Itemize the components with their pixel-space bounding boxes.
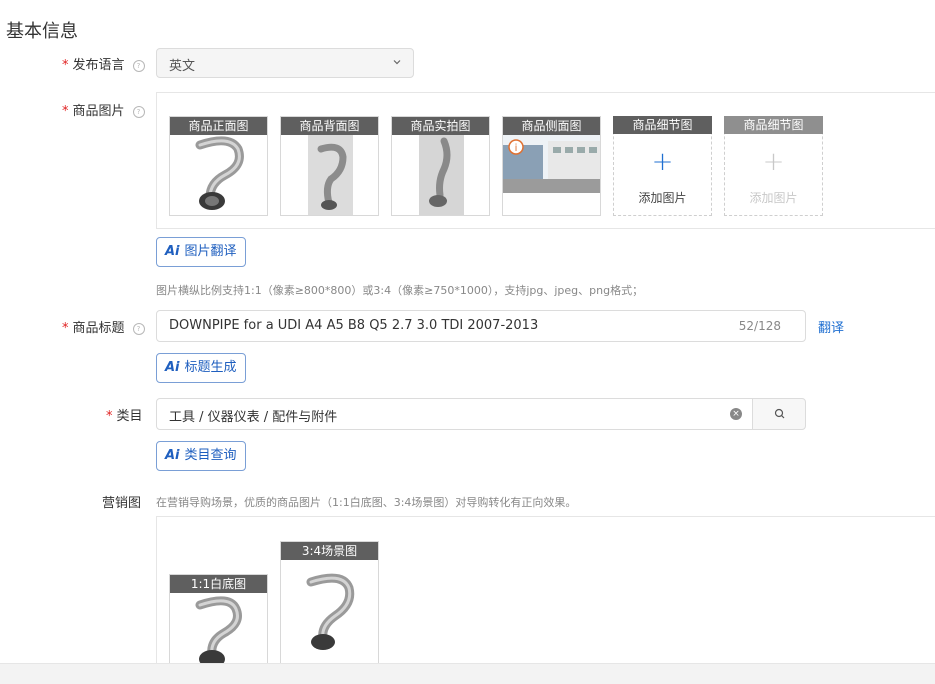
downpipe-image: [195, 596, 242, 668]
marketing-image-scene[interactable]: 3:4场景图: [280, 541, 379, 674]
ai-icon: Ai: [165, 360, 180, 375]
images-label-text: 商品图片: [72, 104, 125, 119]
factory-scene-image: i: [503, 135, 600, 193]
marketing-label: 营销图: [102, 496, 142, 511]
search-icon: [774, 408, 785, 419]
downpipe-photo: [419, 135, 464, 215]
category-query-button[interactable]: Ai 类目查询: [156, 441, 246, 471]
category-input-value: 工具 / 仪器仪表 / 配件与附件: [169, 410, 338, 425]
category-label-text: 类目: [116, 409, 143, 424]
plus-icon: +: [651, 147, 674, 177]
product-image-side[interactable]: 商品侧面图 i: [502, 116, 601, 216]
downpipe-image: [195, 136, 244, 210]
downpipe-image: [306, 573, 355, 650]
title-label-text: 商品标题: [72, 321, 125, 336]
required-mark: *: [62, 104, 69, 119]
title-label: * 商品标题?: [62, 317, 145, 336]
image-caption: 商品实拍图: [392, 117, 489, 135]
required-mark: *: [62, 321, 69, 336]
language-label-text: 发布语言: [72, 58, 125, 73]
language-select[interactable]: 英文: [156, 48, 414, 78]
image-caption: 1:1白底图: [170, 575, 267, 593]
marketing-image-white-bg[interactable]: 1:1白底图: [169, 574, 268, 674]
bottom-bar: [0, 663, 935, 684]
image-caption: 商品细节图: [613, 116, 712, 134]
image-translate-button[interactable]: Ai 图片翻译: [156, 237, 246, 267]
title-input-value: DOWNPIPE for a UDI A4 A5 B8 Q5 2.7 3.0 T…: [169, 318, 539, 333]
category-input[interactable]: 工具 / 仪器仪表 / 配件与附件 ×: [156, 398, 753, 430]
add-detail-image-button-disabled: 商品细节图 + 添加图片: [724, 116, 823, 216]
add-image-text: 添加图片: [638, 191, 687, 205]
title-input[interactable]: DOWNPIPE for a UDI A4 A5 B8 Q5 2.7 3.0 T…: [156, 310, 806, 342]
image-caption: 商品侧面图: [503, 117, 600, 135]
image-caption: 3:4场景图: [281, 542, 378, 560]
svg-text:i: i: [515, 143, 518, 154]
image-translate-label: 图片翻译: [184, 244, 237, 259]
language-select-value: 英文: [169, 59, 196, 74]
image-format-hint: 图片横纵比例支持1:1（像素≥800*800）或3:4（像素≥750*1000）…: [156, 284, 644, 297]
image-caption: 商品正面图: [170, 117, 267, 135]
add-image-text: 添加图片: [749, 191, 798, 205]
translate-link[interactable]: 翻译: [818, 317, 844, 336]
category-query-label: 类目查询: [184, 448, 237, 463]
product-image-real[interactable]: 商品实拍图: [391, 116, 490, 216]
marketing-images-panel: [156, 516, 935, 676]
help-icon[interactable]: ?: [132, 106, 145, 118]
chevron-down-icon: [393, 60, 401, 65]
image-caption: 商品细节图: [724, 116, 823, 134]
add-detail-image-button[interactable]: 商品细节图 + 添加图片: [613, 116, 712, 216]
category-label: * 类目: [106, 405, 143, 424]
ai-icon: Ai: [165, 448, 180, 463]
required-mark: *: [106, 409, 113, 424]
downpipe-photo: [308, 135, 353, 215]
images-label: * 商品图片?: [62, 100, 145, 119]
category-search-button[interactable]: [752, 398, 806, 430]
product-image-front[interactable]: 商品正面图: [169, 116, 268, 216]
help-icon[interactable]: ?: [132, 323, 145, 335]
ai-icon: Ai: [165, 244, 180, 259]
clear-icon[interactable]: ×: [730, 408, 742, 420]
marketing-hint: 在营销导购场景，优质的商品图片（1:1白底图、3:4场景图）对导购转化有正向效果…: [156, 496, 577, 509]
title-generate-label: 标题生成: [184, 360, 237, 375]
image-caption: 商品背面图: [281, 117, 378, 135]
required-mark: *: [62, 58, 69, 73]
title-char-counter: 52/128: [738, 319, 781, 333]
plus-icon: +: [762, 147, 785, 177]
section-title: 基本信息: [6, 21, 78, 42]
product-image-back[interactable]: 商品背面图: [280, 116, 379, 216]
language-label: * 发布语言?: [62, 54, 145, 73]
help-icon[interactable]: ?: [132, 60, 145, 72]
title-generate-button[interactable]: Ai 标题生成: [156, 353, 246, 383]
